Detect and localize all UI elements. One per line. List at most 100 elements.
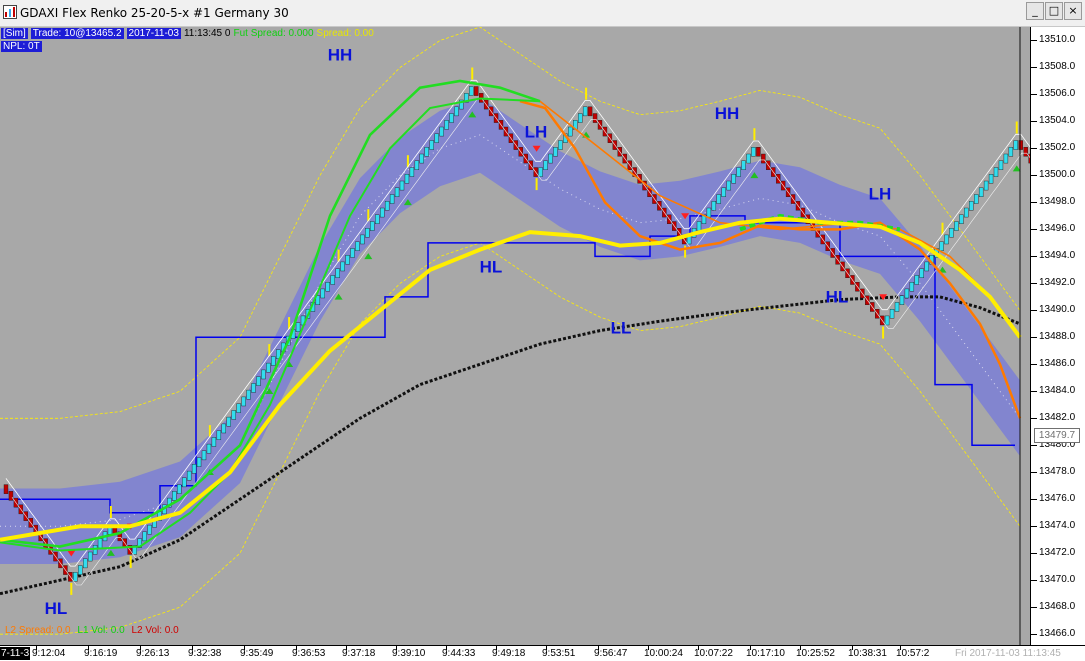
up-brick [365,227,370,238]
price-tick [1031,499,1037,501]
hud-date: 2017-11-03 [126,28,181,39]
up-brick [271,356,276,366]
up-brick [73,572,78,582]
time-label: 9:56:47 [594,648,628,659]
price-label: 13484.0 [1039,385,1076,397]
level2-stats: L2 Spread: 0.0 L1 Vol: 0.0 L2 Vol: 0.0 [5,625,183,636]
l2-vol-text: L2 Vol: 0.0 [131,625,179,636]
up-brick [582,106,588,117]
up-brick [261,369,266,380]
up-brick [978,187,984,197]
price-label: 13498.0 [1039,196,1076,208]
price-label: 13494.0 [1039,250,1076,262]
up-brick [201,450,207,461]
up-brick [558,140,563,150]
up-brick [954,221,959,231]
price-label: 13472.0 [1039,547,1076,559]
price-tick [1031,337,1037,339]
down-brick [756,146,761,157]
up-brick [345,254,350,265]
up-brick [454,106,459,117]
hud-npl-row: NPL: 0T [1,40,377,53]
chart-window: GDAXI Flex Renko 25-20-5-x #1 Germany 30… [0,0,1085,661]
chart-app-icon [3,5,17,19]
price-tick [1031,418,1037,420]
time-label: 9:12:04 [32,648,66,659]
maximize-button[interactable]: □ [1045,2,1063,20]
price-tick [1031,202,1037,204]
up-brick [404,173,410,184]
up-brick [543,160,548,170]
up-brick [449,113,454,123]
down-brick [761,153,766,164]
swing-label: LL [611,318,632,337]
price-label: 13490.0 [1039,304,1076,316]
up-brick [716,194,721,204]
time-label: 9:32:38 [188,648,222,659]
buy-signal-triangle [364,253,373,260]
renko-chart-canvas[interactable]: HLHHLHHLLLHHHLLH [0,27,1030,645]
up-brick [384,200,390,211]
time-axis[interactable]: 7-11-3 Fri 2017-11-03 11:13:45 9:12:04 9:… [0,645,1085,661]
price-tick [1031,148,1037,150]
l1-vol-text: L1 Vol: 0.0 [77,625,125,636]
time-label: 10:00:24 [644,648,683,659]
hud-time: 11:13:45 0 [183,28,231,39]
price-tick [1031,40,1037,42]
reversal-wick [882,326,885,339]
price-axis[interactable]: 13510.0 13508.0 13506.0 13504.0 13502.0 13500… [1030,27,1085,645]
up-brick [375,214,380,224]
up-brick [998,160,1004,170]
up-brick [469,86,474,96]
up-brick [721,187,726,197]
down-brick [587,106,593,117]
up-brick [548,153,553,164]
time-label: 10:25:52 [796,648,835,659]
up-brick [983,180,989,191]
up-brick [578,113,583,123]
up-brick [335,268,340,278]
title-bar[interactable]: GDAXI Flex Renko 25-20-5-x #1 Germany 30… [0,0,1085,27]
close-button[interactable]: × [1064,2,1082,20]
up-brick [295,322,301,333]
up-brick [1013,140,1018,150]
up-brick [196,457,202,467]
up-brick [360,234,365,245]
price-chart[interactable]: HL HH LH HL LL HH HL LH [Sim] Trade: 10@13465.2 2… [0,27,1030,645]
price-label: 13488.0 [1039,331,1076,343]
time-label: 10:17:10 [746,648,785,659]
price-tick [1031,229,1037,231]
down-brick [592,113,598,123]
up-brick [191,464,197,474]
price-label: 13492.0 [1039,277,1076,289]
price-label: 13466.0 [1039,628,1076,640]
time-label: 10:07:22 [694,648,733,659]
up-brick [553,146,558,157]
up-brick [172,491,177,501]
price-label: 13506.0 [1039,88,1076,100]
reversal-wick [109,506,112,518]
price-tick [1031,526,1037,528]
up-brick [939,241,944,251]
price-tick [1031,175,1037,177]
up-brick [186,470,192,481]
long-ma-line [0,295,1021,596]
up-brick [444,120,449,130]
time-label: 9:49:18 [492,648,526,659]
fut-spread-text: Fut Spread: 0.000 [233,28,314,39]
up-brick [216,430,222,440]
minimize-button[interactable]: _ [1026,2,1044,20]
up-brick [726,180,731,191]
price-label: 13476.0 [1039,493,1076,505]
swing-label: LH [869,185,892,204]
up-brick [1003,153,1009,164]
up-brick [909,281,915,292]
price-tick [1031,472,1037,474]
swing-label: HL [480,258,503,277]
up-brick [256,376,261,386]
price-label: 13508.0 [1039,61,1076,73]
price-tick [1031,283,1037,285]
up-brick [696,221,702,231]
npl-badge: NPL: 0T [1,41,42,52]
up-brick [380,207,385,218]
